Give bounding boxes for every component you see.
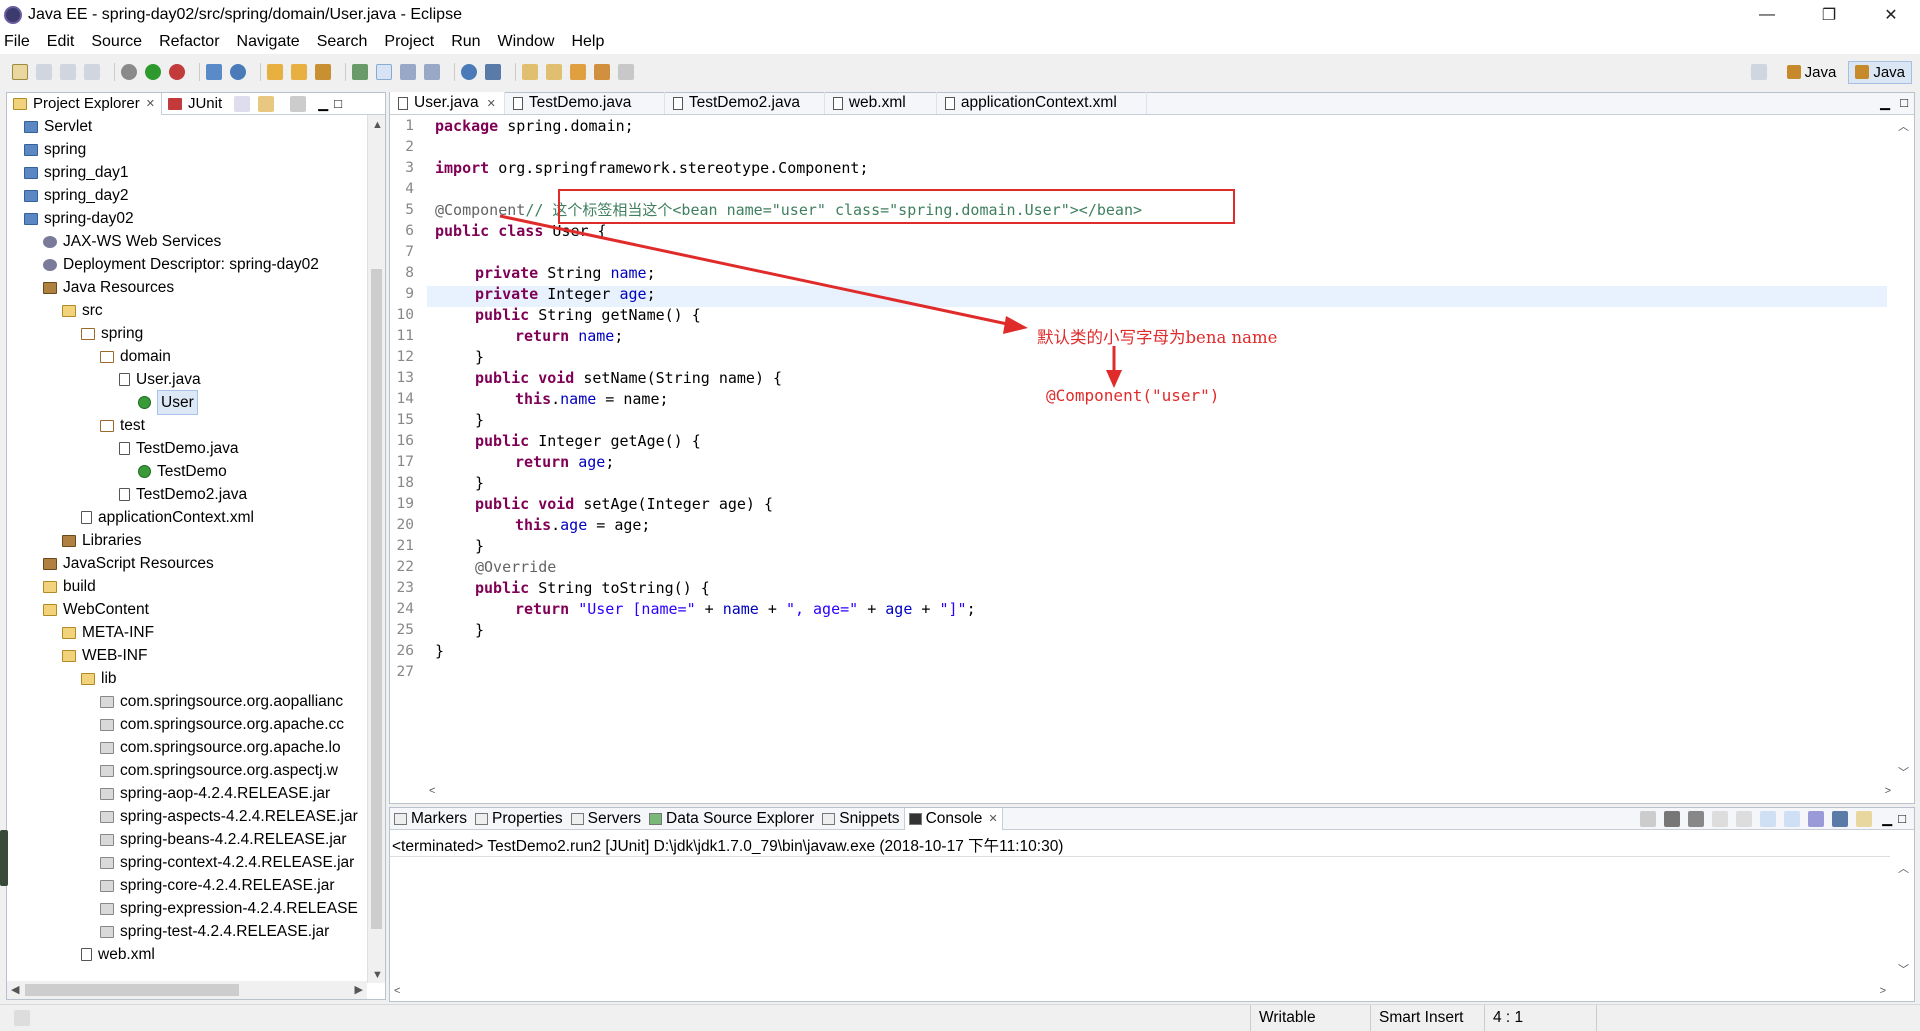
status-bar: Writable Smart Insert 4 : 1 xyxy=(0,1004,1920,1031)
scroll-up-icon[interactable]: ︿ xyxy=(1898,860,1909,876)
terminate-icon[interactable] xyxy=(1640,811,1657,827)
console-output[interactable] xyxy=(390,856,1890,984)
remove-launch-icon[interactable] xyxy=(1664,811,1681,827)
cursor-position-status: 4 : 1 xyxy=(1484,1005,1594,1031)
callout-component-annotation: @Component("user") xyxy=(1046,386,1220,405)
scroll-right-icon[interactable]: > xyxy=(1880,985,1886,997)
console-toolbar: ▁ □ xyxy=(1640,811,1906,827)
status-separator xyxy=(1596,1005,1606,1031)
console-horizontal-scrollbar[interactable]: < > xyxy=(390,983,1890,1001)
console-tabs: Markers Properties Servers Data Source E… xyxy=(390,807,1914,830)
markers-icon xyxy=(394,812,407,825)
snippets-icon xyxy=(822,812,836,825)
console-status: <terminated> TestDemo2.run2 [JUnit] D:\j… xyxy=(392,838,1064,855)
servers-icon xyxy=(570,812,584,825)
writable-status: Writable xyxy=(1250,1005,1368,1031)
arrow-to-callout xyxy=(499,214,1013,327)
console-icon xyxy=(908,812,922,825)
pin-console-icon[interactable] xyxy=(1808,811,1825,827)
insert-mode-status: Smart Insert xyxy=(1370,1005,1482,1031)
scroll-lock-icon[interactable] xyxy=(1736,811,1753,827)
display-console-icon[interactable] xyxy=(1832,811,1849,827)
console-vertical-scrollbar[interactable]: ︿ ﹀ xyxy=(1892,856,1914,1001)
fast-view-icon[interactable] xyxy=(14,1010,30,1026)
arrow-head xyxy=(1003,316,1028,334)
callout-default-bean-name: 默认类的小写字母为bena name xyxy=(1037,328,1278,347)
properties-icon xyxy=(474,812,488,825)
scroll-down-icon[interactable]: ﹀ xyxy=(1898,961,1909,977)
data-source-icon xyxy=(649,812,663,825)
close-icon[interactable]: ✕ xyxy=(988,812,997,825)
tab-snippets[interactable]: Snippets xyxy=(818,808,903,830)
remove-all-icon[interactable] xyxy=(1688,811,1705,827)
tab-data-source-explorer[interactable]: Data Source Explorer xyxy=(645,808,818,830)
tab-servers[interactable]: Servers xyxy=(567,808,645,830)
clear-console-icon[interactable] xyxy=(1712,811,1729,827)
minimize-view-icon[interactable]: ▁ xyxy=(1882,811,1892,827)
console-panel: Markers Properties Servers Data Source E… xyxy=(389,807,1915,1002)
tab-markers[interactable]: Markers xyxy=(390,808,471,830)
tab-properties[interactable]: Properties xyxy=(471,808,567,830)
word-wrap-icon[interactable] xyxy=(1784,811,1801,827)
open-console-icon[interactable] xyxy=(1856,811,1873,827)
maximize-view-icon[interactable]: □ xyxy=(1898,811,1906,827)
show-on-output-icon[interactable] xyxy=(1760,811,1777,827)
tab-console[interactable]: Console ✕ xyxy=(903,807,1003,830)
scroll-left-icon[interactable]: < xyxy=(394,985,400,997)
